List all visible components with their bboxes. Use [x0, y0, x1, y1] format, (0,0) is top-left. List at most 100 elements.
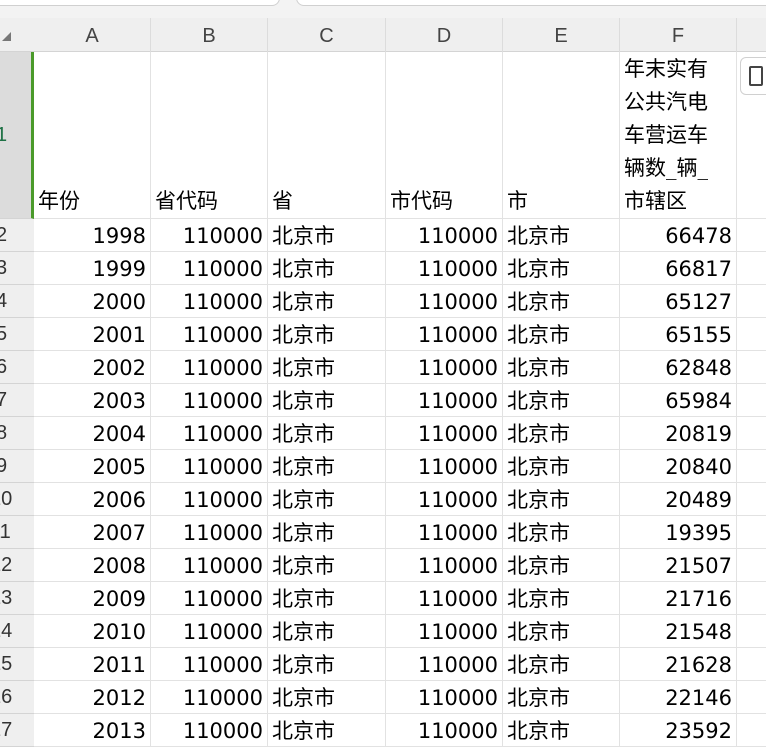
cell[interactable]: 2002	[34, 351, 151, 384]
cell[interactable]: 北京市	[503, 351, 620, 384]
header-cell[interactable]: 省代码	[151, 52, 268, 219]
cell[interactable]: 北京市	[503, 648, 620, 681]
row-header[interactable]: 9	[0, 450, 34, 483]
cell[interactable]: 2004	[34, 417, 151, 450]
cell[interactable]: 110000	[386, 549, 503, 582]
cell[interactable]: 110000	[386, 483, 503, 516]
cell[interactable]	[737, 681, 766, 714]
cell[interactable]	[737, 384, 766, 417]
cell[interactable]: 2005	[34, 450, 151, 483]
cell[interactable]: 110000	[151, 648, 268, 681]
cell[interactable]: 2001	[34, 318, 151, 351]
column-header-D[interactable]: D	[386, 18, 503, 52]
cell[interactable]: 21716	[620, 582, 737, 615]
row-header[interactable]: 1	[0, 52, 34, 219]
row-header[interactable]: 4	[0, 285, 34, 318]
cell[interactable]: 1999	[34, 252, 151, 285]
cell[interactable]: 北京市	[268, 351, 386, 384]
cell[interactable]: 北京市	[503, 615, 620, 648]
cell[interactable]: 2006	[34, 483, 151, 516]
cell[interactable]: 2008	[34, 549, 151, 582]
paste-options-button[interactable]	[740, 57, 766, 95]
cell[interactable]: 2000	[34, 285, 151, 318]
cell[interactable]: 110000	[151, 450, 268, 483]
header-cell[interactable]: 年份	[34, 52, 151, 219]
cell[interactable]: 北京市	[268, 681, 386, 714]
cell[interactable]: 北京市	[268, 219, 386, 252]
cell[interactable]: 110000	[386, 582, 503, 615]
column-header-B[interactable]: B	[151, 18, 268, 52]
cell[interactable]	[737, 483, 766, 516]
cell[interactable]: 1998	[34, 219, 151, 252]
cell[interactable]: 北京市	[268, 318, 386, 351]
cell[interactable]: 110000	[151, 549, 268, 582]
row-header[interactable]: 16	[0, 681, 34, 714]
cell[interactable]	[737, 648, 766, 681]
cell[interactable]	[737, 714, 766, 747]
cell[interactable]: 北京市	[503, 483, 620, 516]
cell[interactable]: 110000	[386, 714, 503, 747]
cell[interactable]: 21628	[620, 648, 737, 681]
cell[interactable]: 110000	[386, 252, 503, 285]
header-cell[interactable]: 年末实有公共汽电车营运车辆数_辆_市辖区	[620, 52, 737, 219]
cell[interactable]: 2007	[34, 516, 151, 549]
row-header[interactable]: 8	[0, 417, 34, 450]
cell[interactable]: 北京市	[268, 549, 386, 582]
cell[interactable]: 20489	[620, 483, 737, 516]
cell[interactable]: 北京市	[503, 516, 620, 549]
cell[interactable]: 北京市	[503, 384, 620, 417]
cell[interactable]	[737, 450, 766, 483]
row-header[interactable]: 7	[0, 384, 34, 417]
sheet-tab[interactable]	[0, 0, 280, 6]
cell[interactable]: 22146	[620, 681, 737, 714]
cell[interactable]: 110000	[151, 285, 268, 318]
cell[interactable]: 110000	[151, 483, 268, 516]
cell[interactable]: 北京市	[503, 549, 620, 582]
header-cell[interactable]: 市代码	[386, 52, 503, 219]
cell[interactable]: 北京市	[268, 384, 386, 417]
cell[interactable]: 110000	[151, 615, 268, 648]
cell[interactable]: 110000	[386, 285, 503, 318]
cell[interactable]: 110000	[386, 351, 503, 384]
cell[interactable]: 2013	[34, 714, 151, 747]
cell[interactable]: 北京市	[503, 681, 620, 714]
cell[interactable]: 110000	[386, 450, 503, 483]
cell[interactable]: 北京市	[503, 285, 620, 318]
cell[interactable]: 110000	[151, 318, 268, 351]
select-all-icon[interactable]	[2, 32, 11, 41]
cell[interactable]: 20840	[620, 450, 737, 483]
cell[interactable]	[737, 219, 766, 252]
cell[interactable]: 北京市	[268, 582, 386, 615]
cell[interactable]: 2003	[34, 384, 151, 417]
cell[interactable]	[737, 318, 766, 351]
row-header[interactable]: 3	[0, 252, 34, 285]
row-header[interactable]: 15	[0, 648, 34, 681]
row-header[interactable]: 10	[0, 483, 34, 516]
cell[interactable]: 110000	[386, 318, 503, 351]
cell[interactable]: 北京市	[268, 252, 386, 285]
row-header[interactable]: 12	[0, 549, 34, 582]
cell[interactable]: 2010	[34, 615, 151, 648]
row-header[interactable]: 11	[0, 516, 34, 549]
cell[interactable]: 21548	[620, 615, 737, 648]
cell[interactable]	[737, 582, 766, 615]
cell[interactable]: 65984	[620, 384, 737, 417]
column-header-G[interactable]	[737, 18, 766, 52]
cell[interactable]: 北京市	[503, 714, 620, 747]
cell[interactable]	[737, 285, 766, 318]
cell[interactable]: 21507	[620, 549, 737, 582]
cell[interactable]: 北京市	[268, 450, 386, 483]
cell[interactable]: 110000	[151, 384, 268, 417]
cell[interactable]: 北京市	[503, 417, 620, 450]
cell[interactable]: 北京市	[503, 252, 620, 285]
cell[interactable]: 110000	[151, 417, 268, 450]
cell[interactable]	[737, 417, 766, 450]
cell[interactable]: 北京市	[503, 219, 620, 252]
cell[interactable]: 20819	[620, 417, 737, 450]
cell[interactable]	[737, 549, 766, 582]
cell[interactable]: 66478	[620, 219, 737, 252]
sheet-tab[interactable]	[296, 0, 766, 6]
cell[interactable]: 110000	[386, 681, 503, 714]
cell[interactable]: 北京市	[268, 417, 386, 450]
header-cell[interactable]: 省	[268, 52, 386, 219]
